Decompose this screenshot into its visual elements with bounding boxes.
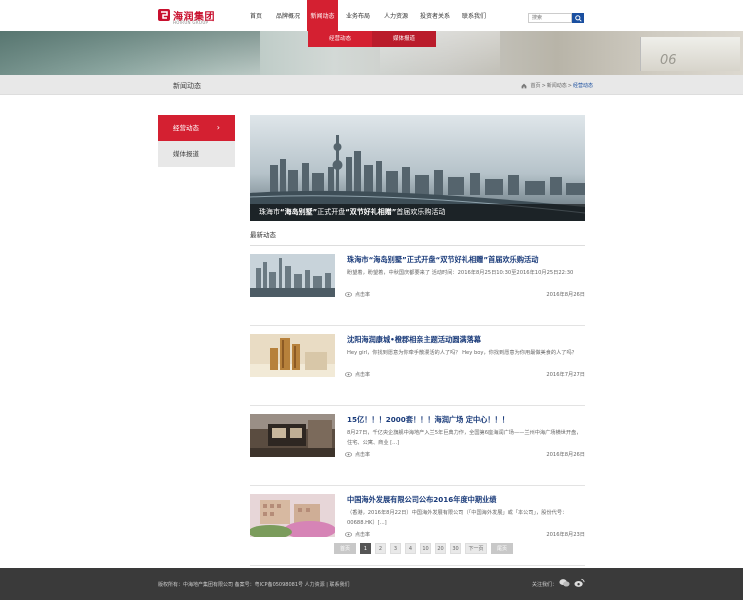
eye-icon <box>345 532 352 537</box>
news-title[interactable]: 15亿！！！2000套！！！海润广场 定中心！！！ <box>347 415 509 425</box>
news-summary: 盼望着，盼望着，中秋国庆都要来了 活动时间：2016年8月25日10:30至20… <box>347 270 574 276</box>
nav-item-4[interactable]: 人力资源 <box>378 0 414 31</box>
nav-item-5[interactable]: 投资者关系 <box>414 0 456 31</box>
breadcrumb: 首页 > 新闻动态 > 经营动态 <box>521 82 593 89</box>
sidebar: 经营动态 › 媒体报道 <box>158 115 235 167</box>
sidebar-item-label: 媒体报道 <box>173 150 199 158</box>
search-input[interactable] <box>528 13 572 23</box>
news-title[interactable]: 沈阳海润康城•橙郡相亲主题活动圆满落幕 <box>347 335 481 345</box>
hero-caption[interactable]: 珠海市“海岛别墅”正式开盘“双节好礼相赠”首届欢乐购活动 <box>250 204 585 221</box>
page-title: 新闻动态 <box>173 82 201 90</box>
news-thumbnail[interactable] <box>250 414 335 457</box>
news-title[interactable]: 中国海外发展有限公司公布2016年度中期业绩 <box>347 495 496 505</box>
nav-item-6[interactable]: 联系我们 <box>456 0 492 31</box>
news-thumbnail[interactable] <box>250 254 335 297</box>
main-nav: 首页 品牌概况 新闻动态 业务布局 人力资源 投资者关系 联系我们 <box>243 0 492 31</box>
nav-item-1[interactable]: 品牌概况 <box>269 0 307 31</box>
subnav-dropdown: 经营动态 媒体报道 <box>308 31 436 47</box>
site-header: 海润集团 HOIRUN GROUP 首页 品牌概况 新闻动态 业务布局 人力资源 投资者关… <box>0 0 743 31</box>
follow-label: 关注我们： <box>532 582 558 588</box>
nav-item-2[interactable]: 新闻动态 <box>307 0 338 31</box>
nav-item-0[interactable]: 首页 <box>243 0 269 31</box>
logo-subtext: HOIRUN GROUP <box>173 20 209 25</box>
search-box <box>528 13 584 23</box>
news-summary: 8月27日，千亿央企旗舰中海地产入兰5年巨典力作，全国第6座海润广场——兰州中海… <box>347 430 582 446</box>
news-summary: （香港，2016年8月22日）中国海外发展有限公司（「中国海外发展」或「本公司」… <box>347 510 568 526</box>
news-item: 15亿！！！2000套！！！海润广场 定中心！！！ 8月27日，千亿央企旗舰中海地… <box>250 406 585 486</box>
news-thumbnail[interactable] <box>250 334 335 377</box>
first-page-button[interactable]: 首页 <box>334 543 356 554</box>
hero-image[interactable]: 珠海市“海岛别墅”正式开盘“双节好礼相赠”首届欢乐购活动 <box>250 115 585 221</box>
news-item: 沈阳海润康城•橙郡相亲主题活动圆满落幕 Hey girl，你找到愿意为你牵手散漫活… <box>250 326 585 406</box>
search-icon <box>574 14 582 22</box>
click-count: 点击率 <box>345 291 370 298</box>
subnav-item-operations[interactable]: 经营动态 <box>308 31 372 47</box>
page-10-button[interactable]: 10 <box>420 543 431 554</box>
latest-news-heading: 最新动态 <box>250 229 585 246</box>
sidebar-item-label: 经营动态 <box>173 124 199 132</box>
page-3-button[interactable]: 3 <box>390 543 401 554</box>
sidebar-item-operations[interactable]: 经营动态 › <box>158 115 235 141</box>
breadcrumb-home[interactable]: 首页 <box>531 82 541 89</box>
chevron-right-icon: › <box>216 123 220 132</box>
banner-decor: 06 <box>660 53 677 68</box>
news-date: 2016年8月26日 <box>546 452 585 458</box>
subnav-item-media[interactable]: 媒体报道 <box>372 31 436 47</box>
logo[interactable]: 海润集团 HOIRUN GROUP <box>157 8 237 26</box>
site-footer: 版权所有：中海地产集团有限公司 备案号：粤ICP备05098081号 人力资源 … <box>0 568 743 600</box>
home-icon <box>521 83 526 88</box>
page-1-button[interactable]: 1 <box>360 543 371 554</box>
sidebar-item-media[interactable]: 媒体报道 <box>158 141 235 167</box>
last-page-button[interactable]: 尾页 <box>491 543 513 554</box>
news-item: 珠海市“海岛别墅”正式开盘“双节好礼相赠”首届欢乐购活动盼望着，盼望着，中秋国庆… <box>250 246 585 326</box>
wechat-icon[interactable] <box>559 578 570 588</box>
breadcrumb-section[interactable]: 新闻动态 <box>547 82 567 89</box>
news-title[interactable]: 珠海市“海岛别墅”正式开盘“双节好礼相赠”首届欢乐购活动 <box>347 255 538 265</box>
page-2-button[interactable]: 2 <box>375 543 386 554</box>
logo-mark-icon <box>158 9 170 21</box>
next-page-button[interactable]: 下一页 <box>465 543 487 554</box>
news-summary: Hey girl，你找到愿意为你牵手散漫活的人了吗？ Hey boy，你找到愿意… <box>347 350 577 356</box>
news-list: 珠海市“海岛别墅”正式开盘“双节好礼相赠”首届欢乐购活动盼望着，盼望着，中秋国庆… <box>250 246 585 566</box>
eye-icon <box>345 452 352 457</box>
eye-icon <box>345 372 352 377</box>
nav-item-3[interactable]: 业务布局 <box>338 0 378 31</box>
weibo-icon[interactable] <box>574 578 585 588</box>
news-date: 2016年8月26日 <box>546 292 585 298</box>
main-content: 珠海市“海岛别墅”正式开盘“双节好礼相赠”首届欢乐购活动 最新动态 珠海市“海岛… <box>250 115 585 566</box>
click-count: 点击率 <box>345 451 370 458</box>
news-date: 2016年8月23日 <box>546 532 585 538</box>
copyright-text: 版权所有：中海地产集团有限公司 备案号：粤ICP备05098081号 人力资源 … <box>158 582 350 588</box>
news-date: 2016年7月27日 <box>546 372 585 378</box>
eye-icon <box>345 292 352 297</box>
pagination: 首页 1 2 3 4 10 20 30 下一页 尾页 <box>334 543 513 554</box>
page-4-button[interactable]: 4 <box>405 543 416 554</box>
breadcrumb-current[interactable]: 经营动态 <box>573 82 593 89</box>
news-thumbnail[interactable] <box>250 494 335 537</box>
section-titlebar: 新闻动态 首页 > 新闻动态 > 经营动态 <box>0 75 743 95</box>
page-30-button[interactable]: 30 <box>450 543 461 554</box>
click-count: 点击率 <box>345 531 370 538</box>
page-20-button[interactable]: 20 <box>435 543 446 554</box>
click-count: 点击率 <box>345 371 370 378</box>
search-button[interactable] <box>572 13 584 23</box>
news-item: 中国海外发展有限公司公布2016年度中期业绩 （香港，2016年8月22日）中国海… <box>250 486 585 566</box>
